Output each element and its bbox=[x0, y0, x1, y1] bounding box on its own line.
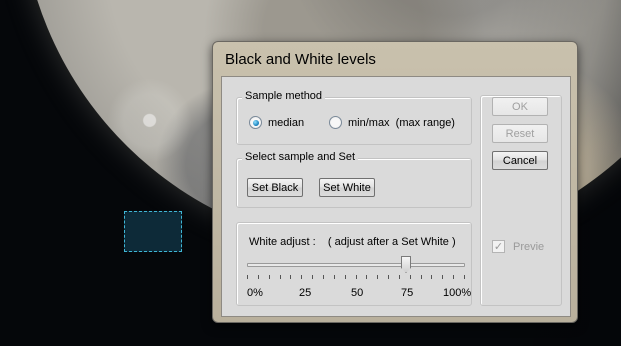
slider-tick bbox=[269, 275, 270, 279]
slider-tick bbox=[377, 275, 378, 279]
white-adjust-label: White adjust : ( adjust after a Set Whit… bbox=[249, 236, 456, 248]
slider-tick bbox=[366, 275, 367, 279]
scale-label-100: 100% bbox=[443, 287, 472, 299]
white-adjust-slider-track[interactable] bbox=[247, 263, 465, 267]
median-radio-indicator[interactable] bbox=[249, 116, 262, 129]
select-sample-group: Select sample and Set Set Black Set Whit… bbox=[236, 151, 472, 208]
slider-tick bbox=[258, 275, 259, 279]
scale-label-75: 75 bbox=[401, 287, 414, 299]
scale-label-0: 0% bbox=[247, 287, 263, 299]
set-black-button[interactable]: Set Black bbox=[247, 178, 303, 197]
black-white-levels-dialog: Black and White levels Sample method med… bbox=[212, 41, 578, 323]
median-radio-label[interactable]: median bbox=[268, 117, 304, 129]
white-adjust-group: White adjust : ( adjust after a Set Whit… bbox=[236, 222, 472, 306]
slider-tick bbox=[301, 275, 302, 279]
scale-label-25: 25 bbox=[299, 287, 312, 299]
slider-tick bbox=[431, 275, 432, 279]
minmax-radio-indicator[interactable] bbox=[329, 116, 342, 129]
white-adjust-slider-ticks bbox=[247, 275, 465, 280]
slider-tick bbox=[356, 275, 357, 279]
preview-check-box[interactable]: ✓ bbox=[492, 240, 505, 253]
slider-tick bbox=[323, 275, 324, 279]
preview-checkbox[interactable]: ✓ Previe bbox=[492, 240, 544, 253]
sample-method-group: Sample method median min/max (max range) bbox=[236, 90, 472, 145]
action-panel: OK Reset Cancel ✓ Previe bbox=[480, 95, 562, 306]
slider-tick bbox=[453, 275, 454, 279]
white-adjust-slider-thumb[interactable] bbox=[401, 256, 411, 273]
reset-button[interactable]: Reset bbox=[492, 124, 548, 143]
sample-method-group-label: Sample method bbox=[242, 90, 326, 102]
select-sample-group-label: Select sample and Set bbox=[242, 151, 359, 163]
ok-button[interactable]: OK bbox=[492, 97, 548, 116]
slider-tick bbox=[247, 275, 248, 279]
slider-tick bbox=[290, 275, 291, 279]
median-radio[interactable]: median bbox=[249, 116, 304, 129]
slider-tick bbox=[334, 275, 335, 279]
dialog-client-area: Sample method median min/max (max range)… bbox=[221, 76, 571, 317]
slider-tick bbox=[421, 275, 422, 279]
slider-tick bbox=[410, 275, 411, 279]
slider-tick bbox=[388, 275, 389, 279]
minmax-radio-label[interactable]: min/max (max range) bbox=[348, 117, 455, 129]
slider-tick bbox=[464, 275, 465, 279]
slider-tick bbox=[312, 275, 313, 279]
slider-tick bbox=[280, 275, 281, 279]
slider-tick bbox=[399, 275, 400, 279]
slider-tick bbox=[442, 275, 443, 279]
minmax-radio[interactable]: min/max (max range) bbox=[329, 116, 455, 129]
slider-tick bbox=[345, 275, 346, 279]
sample-selection-rectangle[interactable] bbox=[124, 211, 182, 252]
scale-label-50: 50 bbox=[351, 287, 364, 299]
dialog-title: Black and White levels bbox=[225, 51, 376, 68]
preview-label[interactable]: Previe bbox=[513, 241, 544, 253]
cancel-button[interactable]: Cancel bbox=[492, 151, 548, 170]
set-white-button[interactable]: Set White bbox=[319, 178, 375, 197]
